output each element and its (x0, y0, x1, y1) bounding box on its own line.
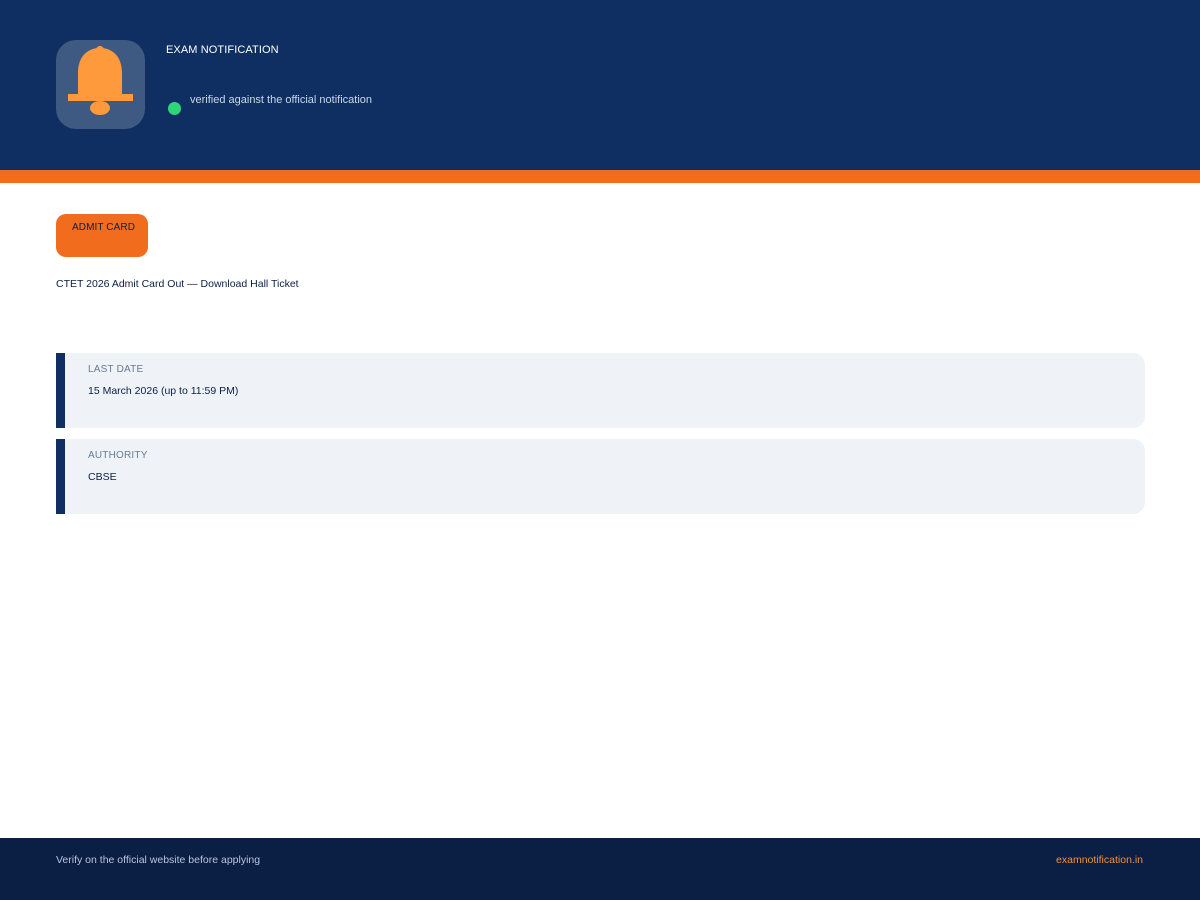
detail-card-last-date: LAST DATE 15 March 2026 (up to 11:59 PM) (56, 353, 1145, 428)
detail-card-accent (56, 439, 65, 514)
verified-text: verified against the official notificati… (190, 94, 373, 106)
detail-value: 15 March 2026 (up to 11:59 PM) (88, 385, 239, 397)
page-title: CTET 2026 Admit Card Out — Download Hall… (56, 278, 299, 290)
header-accent-stripe (0, 170, 1200, 183)
header-eyebrow: EXAM NOTIFICATION (166, 44, 279, 56)
verified-dot-icon (168, 102, 181, 115)
detail-label: LAST DATE (88, 364, 144, 375)
page-footer: Verify on the official website before ap… (0, 838, 1200, 900)
bell-icon (68, 46, 133, 115)
detail-value: CBSE (88, 471, 117, 483)
footer-site-link[interactable]: examnotification.in (1056, 854, 1143, 866)
app-icon-tile (56, 40, 145, 129)
verified-status: verified against the official notificati… (168, 94, 372, 115)
category-badge: ADMIT CARD (56, 214, 148, 257)
detail-card-accent (56, 353, 65, 428)
detail-card-authority: AUTHORITY CBSE (56, 439, 1145, 514)
page-header: EXAM NOTIFICATION verified against the o… (0, 0, 1200, 170)
category-badge-label: ADMIT CARD (72, 222, 136, 233)
footer-note: Verify on the official website before ap… (56, 854, 261, 866)
detail-label: AUTHORITY (88, 450, 148, 461)
